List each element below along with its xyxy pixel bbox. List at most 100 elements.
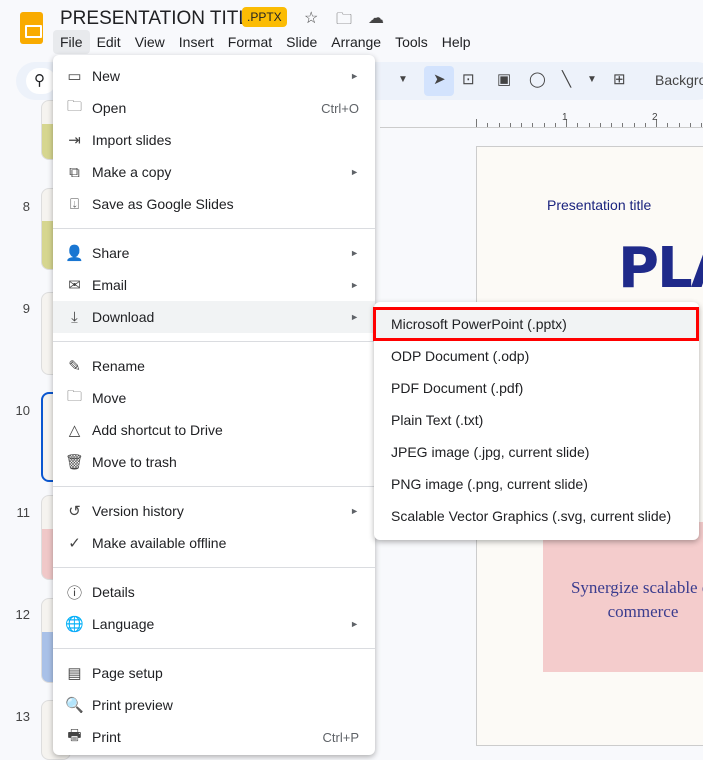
cursor-icon: ➤ [433,71,446,88]
menu-divider [53,567,375,568]
download-option[interactable]: PNG image (.png, current slide) [374,468,699,500]
slide-number: 10 [15,403,30,418]
text-box-icon[interactable]: ⊡ [462,70,475,88]
search-menus-icon[interactable]: ⚲ [26,68,56,94]
download-option[interactable]: Plain Text (.txt) [374,404,699,436]
menu-item-email[interactable]: ✉ Email ► [53,269,375,301]
menu-divider [53,648,375,649]
menu-item-rename[interactable]: ✎ Rename [53,350,375,382]
menu-item-make-available-offline[interactable]: ✓ Make available offline [53,527,375,559]
slides-logo[interactable] [20,12,43,44]
download-option[interactable]: PDF Document (.pdf) [374,372,699,404]
dropdown-arrow-icon[interactable]: ▼ [398,74,408,85]
line-dropdown-icon[interactable]: ▼ [587,74,597,85]
menu-item-print-preview[interactable]: 🔍 Print preview [53,689,375,721]
menu-arrange[interactable]: Arrange [324,30,388,54]
pink-box-text[interactable]: Synergize scalable e-commerce [543,576,703,624]
menu-item-import-slides[interactable]: ⇥ Import slides [53,124,375,156]
rename-icon: ✎ [68,358,81,375]
file-type-badge: .PPTX [242,7,287,27]
ruler-tick [588,123,590,127]
download-submenu: Microsoft PowerPoint (.pptx) ODP Document… [373,302,699,540]
menu-item-save-as-google-slides[interactable]: ⍗ Save as Google Slides [53,188,375,220]
comment-icon[interactable]: ⊞ [613,70,626,88]
menu-item-page-setup[interactable]: ▤ Page setup [53,657,375,689]
print-icon: 🖶 [67,726,82,744]
download-option[interactable]: ODP Document (.odp) [374,340,699,372]
ruler-tick [532,123,534,127]
download-option[interactable]: JPEG image (.jpg, current slide) [374,436,699,468]
background-button[interactable]: Backgro [655,72,703,88]
menu-item-label: Print [92,729,121,745]
menu-item-share[interactable]: 👤 Share ► [53,237,375,269]
share-icon: 👤 [65,245,84,262]
menu-format[interactable]: Format [221,30,279,54]
menu-divider [53,486,375,487]
menu-item-download[interactable]: ⤓ Download ► [53,301,375,333]
slide-heading[interactable]: PLA [618,236,703,301]
menu-help[interactable]: Help [435,30,478,54]
menu-item-label: Save as Google Slides [92,196,234,212]
menu-file[interactable]: File [53,30,90,54]
menu-insert[interactable]: Insert [172,30,221,54]
menu-slide[interactable]: Slide [279,30,324,54]
drive-shortcut-icon: △ [68,422,81,439]
menu-item-language[interactable]: 🌐 Language ► [53,608,375,640]
history-icon: ↺ [68,503,81,520]
shape-icon[interactable]: ◯ [529,70,546,88]
menu-tools[interactable]: Tools [388,30,435,54]
file-menu: ▭ New ► 🗀 Open Ctrl+O ⇥ Import slides ⧉ Make a co… [53,55,375,755]
menu-item-label: Move to trash [92,454,177,470]
menu-item-version-history[interactable]: ↺ Version history ► [53,495,375,527]
download-option[interactable]: Microsoft PowerPoint (.pptx) [373,307,699,341]
menu-divider [53,341,375,342]
menu-item-label: Rename [92,358,145,374]
slide-number: 11 [16,505,31,520]
submenu-arrow-icon: ► [350,280,359,290]
menu-item-label: Email [92,277,128,293]
slide-subtitle[interactable]: Presentation title [547,197,651,213]
menu-item-move-to-trash[interactable]: 🗑 Move to trash [53,446,375,478]
menu-item-label: Share [92,245,130,261]
ruler-tick [476,119,477,127]
menu-item-add-shortcut-to-drive[interactable]: △ Add shortcut to Drive [53,414,375,446]
ruler-tick [498,123,500,127]
offline-icon: ✓ [68,535,81,552]
download-icon: ⤓ [71,308,78,326]
menu-edit[interactable]: Edit [90,30,128,54]
menu-item-label: New [92,68,121,84]
star-icon[interactable]: ☆ [304,8,318,28]
ruler-tick [622,123,624,127]
email-icon: ✉ [68,277,81,294]
slide-number: 9 [22,301,30,316]
ruler-tick [611,123,612,127]
folder-icon: 🗀 [66,97,82,115]
submenu-arrow-icon: ► [350,167,359,177]
ruler-tick [543,123,545,127]
ruler-tick [521,123,522,127]
document-title[interactable]: PRESENTATION TITLE [60,8,262,30]
line-icon[interactable]: ╲ [562,70,571,88]
menu-item-label: Print preview [92,697,173,713]
menu-item-details[interactable]: ⓘ Details [53,576,375,608]
ruler-tick [599,123,601,127]
ruler-tick [577,123,579,127]
menu-item-label: Language [92,616,155,632]
shortcut-label: Ctrl+O [321,100,359,116]
menu-item-label: Page setup [92,665,163,681]
submenu-arrow-icon: ► [350,312,359,322]
menu-item-print[interactable]: 🖶 Print Ctrl+P [53,721,375,753]
ruler-label: 2 [652,112,658,123]
menu-view[interactable]: View [128,30,172,54]
menu-item-new[interactable]: ▭ New ► [53,60,375,92]
image-icon[interactable]: ▣ [497,70,511,88]
menu-divider [53,228,375,229]
ruler-tick [644,123,646,127]
cloud-status-icon[interactable]: ☁ [368,8,384,28]
menu-item-move[interactable]: 🗀 Move [53,382,375,414]
menu-item-make-a-copy[interactable]: ⧉ Make a copy ► [53,156,375,188]
ruler-tick [633,123,635,127]
ruler-tick [667,123,669,127]
menu-item-open[interactable]: 🗀 Open Ctrl+O [53,92,375,124]
download-option[interactable]: Scalable Vector Graphics (.svg, current … [374,500,699,532]
